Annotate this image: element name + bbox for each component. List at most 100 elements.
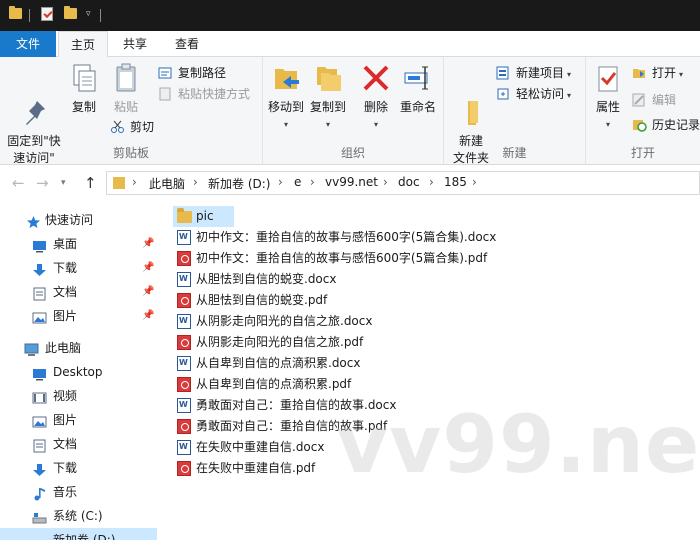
- address-bar[interactable]: › 此电脑 › 新加卷 (D:) › e › vv99.net › doc › …: [106, 171, 700, 195]
- folder-icon[interactable]: [9, 6, 22, 19]
- desktop-icon: [32, 237, 47, 253]
- new-folder-quick-icon[interactable]: [64, 6, 77, 19]
- move-to-button[interactable]: 移动到 ▾: [265, 61, 307, 133]
- breadcrumb-this-pc[interactable]: 此电脑: [149, 175, 185, 192]
- toolbar-divider: [29, 9, 30, 22]
- open-button[interactable]: 打开 ▾: [632, 63, 683, 83]
- breadcrumb-separator[interactable]: ›: [132, 175, 137, 189]
- copy-path-icon: [158, 66, 173, 80]
- pdf-document-icon: [177, 377, 191, 392]
- pinned-icon: 📌: [142, 286, 155, 297]
- new-item-label: 新建项目: [516, 66, 565, 80]
- breadcrumb-separator[interactable]: ›: [278, 175, 283, 189]
- word-document-icon: [177, 356, 191, 371]
- breadcrumb-doc[interactable]: doc: [398, 175, 420, 189]
- pinned-icon: 📌: [142, 262, 155, 273]
- paste-button[interactable]: 粘贴: [108, 61, 144, 116]
- easy-access-button[interactable]: 轻松访问 ▾: [496, 84, 571, 104]
- nav-pc-music[interactable]: 音乐: [0, 480, 157, 504]
- properties-button[interactable]: 属性 ▾: [590, 61, 626, 133]
- file-name: 从胆怯到自信的蜕变.pdf: [196, 293, 328, 307]
- paste-shortcut-button[interactable]: 粘贴快捷方式: [158, 84, 250, 104]
- breadcrumb-separator[interactable]: ›: [193, 175, 198, 189]
- word-document-icon: [177, 440, 191, 455]
- breadcrumb-separator[interactable]: ›: [429, 175, 434, 189]
- nav-pc-drive-c[interactable]: 系统 (C:): [0, 504, 157, 528]
- copy-path-button[interactable]: 复制路径: [158, 63, 226, 83]
- new-folder-icon: [454, 78, 488, 125]
- pin-icon: [17, 78, 51, 125]
- history-button[interactable]: 历史记录: [632, 115, 700, 135]
- computer-icon: [24, 341, 39, 356]
- nav-pc-documents[interactable]: 文档: [0, 432, 157, 456]
- breadcrumb-separator[interactable]: ›: [310, 175, 315, 189]
- ribbon-tabs: 文件 主页 共享 查看: [0, 31, 700, 58]
- breadcrumb-185[interactable]: 185: [444, 175, 467, 189]
- delete-button[interactable]: 删除 ▾: [359, 61, 393, 133]
- up-arrow-icon[interactable]: ↑: [84, 174, 97, 192]
- new-item-dropdown-icon: ▾: [567, 70, 572, 79]
- pdf-document-icon: [177, 251, 191, 266]
- music-note-icon: [32, 485, 47, 501]
- properties-check-icon[interactable]: [41, 7, 53, 21]
- easy-access-icon: [496, 87, 511, 101]
- scissors-icon: [110, 120, 125, 134]
- breadcrumb-separator[interactable]: ›: [383, 175, 388, 189]
- open-label: 打开: [652, 66, 677, 80]
- documents-icon: [32, 437, 47, 453]
- delete-x-icon: [359, 61, 393, 95]
- nav-quick-access[interactable]: 快速访问: [0, 208, 157, 232]
- nav-pc-documents-label: 文档: [53, 437, 78, 451]
- open-group: 属性 ▾ 打开 ▾ 编辑 历史记录 打开: [586, 57, 700, 165]
- toolbar-divider: [100, 9, 101, 22]
- nav-pc-desktop[interactable]: Desktop: [0, 360, 157, 384]
- tab-file[interactable]: 文件: [0, 31, 56, 57]
- pictures-icon: [32, 309, 47, 324]
- file-name: 从自卑到自信的点滴积累.pdf: [196, 377, 352, 391]
- nav-quick-downloads[interactable]: 下载 📌: [0, 256, 157, 280]
- move-to-icon: [269, 61, 303, 95]
- forward-arrow-icon[interactable]: →: [36, 174, 49, 192]
- copy-to-button[interactable]: 复制到 ▾: [307, 61, 349, 133]
- nav-quick-documents-label: 文档: [53, 285, 78, 299]
- documents-icon: [32, 285, 47, 301]
- open-group-label: 打开: [630, 146, 655, 160]
- breadcrumb-vv99[interactable]: vv99.net: [325, 175, 378, 189]
- properties-dropdown-icon: ▾: [605, 120, 610, 129]
- nav-pc-drive-d[interactable]: 新加卷 (D:): [0, 528, 157, 540]
- breadcrumb-separator[interactable]: ›: [472, 175, 477, 189]
- nav-this-pc[interactable]: 此电脑: [0, 336, 157, 360]
- nav-pc-videos[interactable]: 视频: [0, 384, 157, 408]
- edit-button[interactable]: 编辑: [632, 90, 676, 110]
- tab-home[interactable]: 主页: [58, 31, 108, 58]
- breadcrumb-e[interactable]: e: [294, 175, 301, 189]
- nav-pc-pictures[interactable]: 图片: [0, 408, 157, 432]
- download-arrow-icon: [32, 461, 47, 476]
- nav-quick-pictures-label: 图片: [53, 309, 78, 323]
- nav-pc-downloads[interactable]: 下载: [0, 456, 157, 480]
- nav-pc-music-label: 音乐: [53, 485, 78, 499]
- tab-share[interactable]: 共享: [112, 31, 158, 57]
- new-group-label: 新建: [502, 146, 527, 160]
- rename-button[interactable]: 重命名: [397, 61, 439, 116]
- file-row-folder[interactable]: pic: [173, 206, 234, 227]
- cut-button[interactable]: 剪切: [110, 117, 154, 137]
- file-name: 从自卑到自信的点滴积累.docx: [196, 356, 361, 370]
- nav-quick-desktop[interactable]: 桌面 📌: [0, 232, 157, 256]
- cut-label: 剪切: [130, 120, 155, 134]
- tab-view[interactable]: 查看: [164, 31, 210, 57]
- easy-access-label: 轻松访问: [516, 87, 565, 101]
- word-document-icon: [177, 272, 191, 287]
- back-arrow-icon[interactable]: ←: [12, 174, 25, 192]
- copy-button[interactable]: 复制: [66, 61, 102, 116]
- nav-quick-pictures[interactable]: 图片 📌: [0, 304, 157, 328]
- paste-shortcut-icon: [158, 87, 173, 101]
- address-row: ← → ▾ ↑ › 此电脑 › 新加卷 (D:) › e › vv99.net …: [0, 166, 700, 200]
- breadcrumb-drive-d[interactable]: 新加卷 (D:): [208, 175, 270, 192]
- nav-quick-documents[interactable]: 文档 📌: [0, 280, 157, 304]
- word-document-icon: [177, 314, 191, 329]
- recent-locations-chevron-icon[interactable]: ▾: [61, 178, 66, 188]
- customize-quick-access-chevron-icon[interactable]: ▿: [86, 9, 91, 19]
- new-item-button[interactable]: 新建项目 ▾: [496, 63, 571, 83]
- drive-icon: [32, 533, 47, 540]
